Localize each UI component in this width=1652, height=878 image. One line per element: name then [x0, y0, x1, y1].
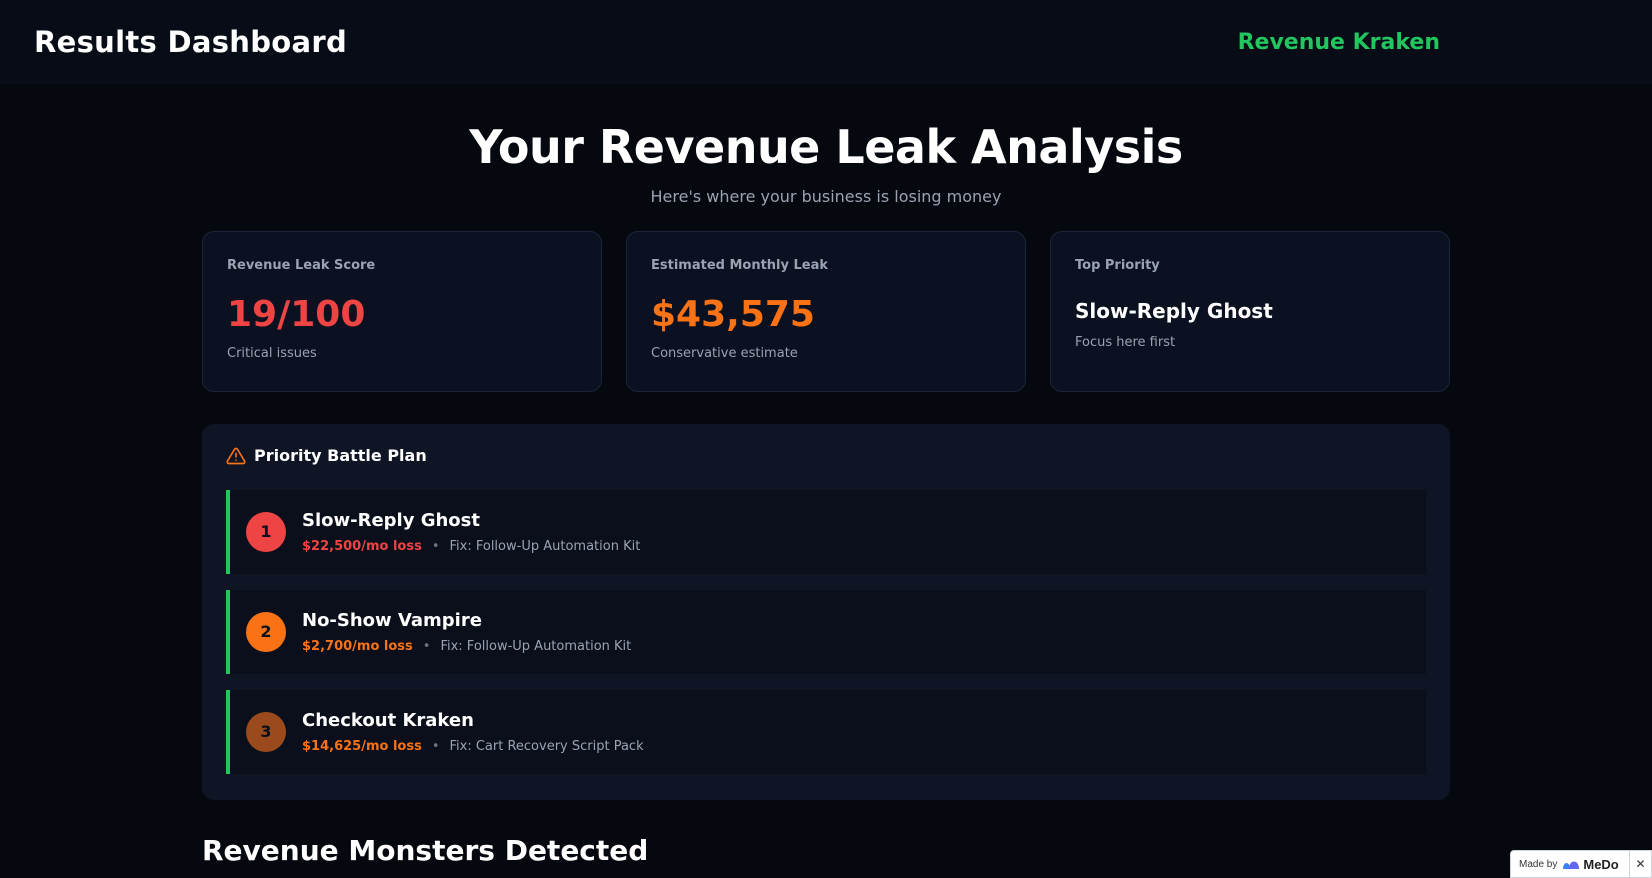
app-title: Results Dashboard: [34, 25, 348, 59]
battle-plan-item[interactable]: 1 Slow-Reply Ghost $22,500/mo loss • Fix…: [226, 489, 1426, 574]
loss-amount: $22,500/mo loss: [302, 538, 422, 554]
separator: •: [422, 638, 431, 654]
separator: •: [431, 738, 440, 754]
loss-amount: $14,625/mo loss: [302, 738, 422, 754]
battle-plan-item[interactable]: 3 Checkout Kraken $14,625/mo loss • Fix:…: [226, 689, 1426, 774]
made-by-label: Made by: [1519, 858, 1558, 870]
fix-label: Fix: Cart Recovery Script Pack: [449, 738, 644, 754]
item-meta: $14,625/mo loss • Fix: Cart Recovery Scr…: [302, 739, 644, 754]
stat-note: Critical issues: [227, 346, 317, 362]
monster-name: Checkout Kraken: [302, 709, 474, 731]
medo-name: MeDo: [1583, 856, 1619, 872]
top-bar: Results Dashboard Revenue Kraken: [0, 0, 1652, 84]
battle-plan-header: Priority Battle Plan: [226, 446, 1426, 466]
loss-amount: $2,700/mo loss: [302, 638, 413, 654]
stat-note: Focus here first: [1075, 334, 1176, 350]
stat-value-leak-score: 19/100: [227, 293, 366, 335]
item-body: No-Show Vampire $2,700/mo loss • Fix: Fo…: [302, 610, 631, 654]
medo-logo-icon: [1563, 861, 1580, 869]
stat-value-monthly-leak: $43,575: [651, 293, 815, 335]
monster-name: Slow-Reply Ghost: [302, 509, 480, 531]
monsters-section-title: Revenue Monsters Detected: [202, 833, 649, 867]
item-meta: $2,700/mo loss • Fix: Follow-Up Automati…: [302, 639, 631, 654]
brand-name[interactable]: Revenue Kraken: [1238, 30, 1440, 55]
fix-label: Fix: Follow-Up Automation Kit: [449, 538, 641, 554]
stat-card-leak-score: Revenue Leak Score 19/100 Critical issue…: [202, 230, 602, 392]
warning-icon: [226, 447, 246, 464]
rank-badge: 3: [246, 711, 286, 752]
page-title: Your Revenue Leak Analysis: [469, 120, 1183, 174]
battle-plan-title: Priority Battle Plan: [254, 446, 427, 466]
battle-plan-item[interactable]: 2 No-Show Vampire $2,700/mo loss • Fix: …: [226, 589, 1426, 674]
main-content: Your Revenue Leak Analysis Here's where …: [202, 122, 1450, 867]
stat-note: Conservative estimate: [651, 346, 798, 362]
battle-plan-list: 1 Slow-Reply Ghost $22,500/mo loss • Fix…: [226, 489, 1426, 774]
rank-badge: 1: [246, 511, 286, 552]
stat-label: Revenue Leak Score: [227, 257, 376, 273]
stat-card-top-priority: Top Priority Slow-Reply Ghost Focus here…: [1050, 230, 1450, 392]
rank-badge: 2: [246, 611, 286, 652]
close-icon[interactable]: ✕: [1629, 851, 1651, 877]
monster-name: No-Show Vampire: [302, 609, 482, 631]
stats-row: Revenue Leak Score 19/100 Critical issue…: [202, 230, 1450, 392]
item-body: Slow-Reply Ghost $22,500/mo loss • Fix: …: [302, 510, 640, 554]
made-by-badge[interactable]: Made by MeDo ✕: [1510, 850, 1652, 878]
separator: •: [431, 538, 440, 554]
priority-battle-plan: Priority Battle Plan 1 Slow-Reply Ghost …: [202, 423, 1450, 800]
fix-label: Fix: Follow-Up Automation Kit: [440, 638, 632, 654]
item-body: Checkout Kraken $14,625/mo loss • Fix: C…: [302, 710, 644, 754]
stat-card-monthly-leak: Estimated Monthly Leak $43,575 Conservat…: [626, 230, 1026, 392]
stat-label: Estimated Monthly Leak: [651, 257, 829, 273]
page-subtitle: Here's where your business is losing mon…: [650, 186, 1002, 206]
stat-label: Top Priority: [1075, 257, 1160, 273]
item-meta: $22,500/mo loss • Fix: Follow-Up Automat…: [302, 539, 640, 554]
stat-value-top-priority: Slow-Reply Ghost: [1075, 298, 1273, 323]
